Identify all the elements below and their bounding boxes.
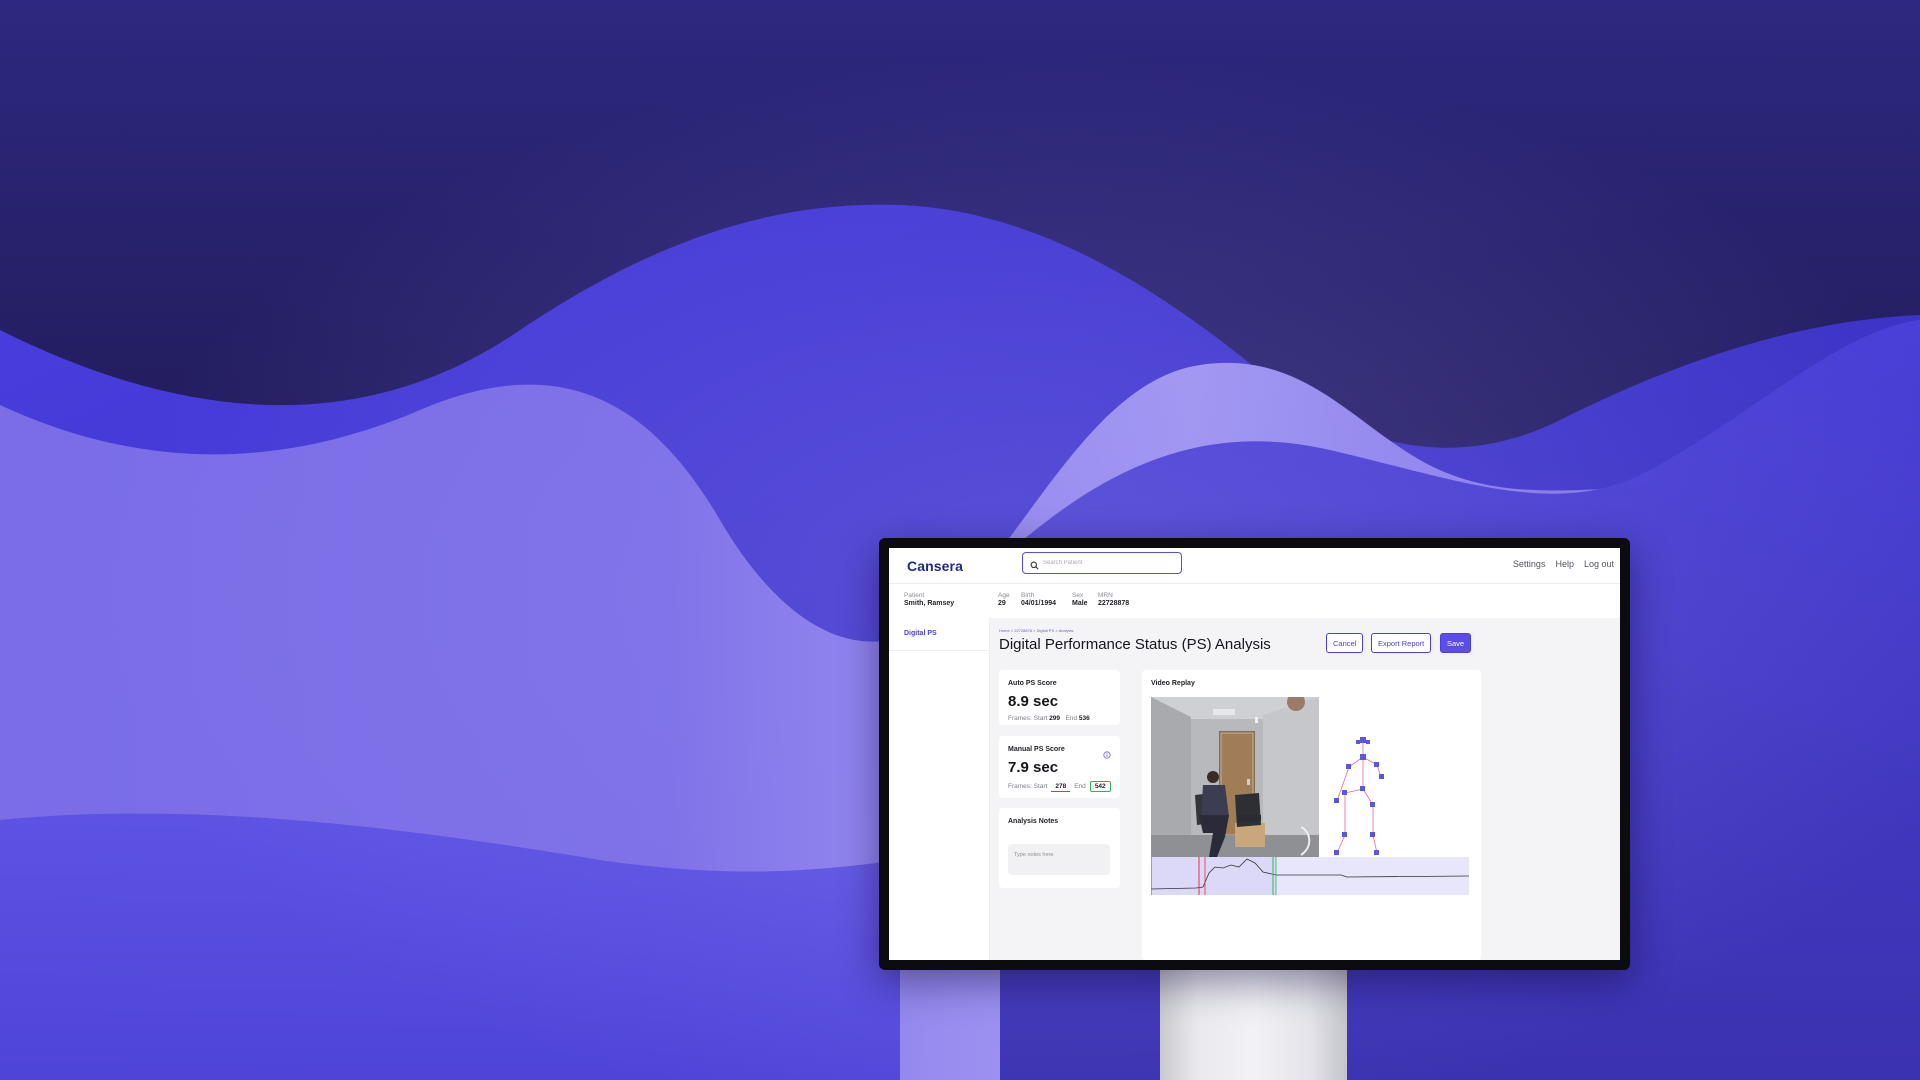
- cancel-button[interactable]: Cancel: [1326, 633, 1364, 653]
- video-frame[interactable]: [1151, 697, 1469, 895]
- logout-link[interactable]: Log out: [1584, 559, 1614, 569]
- notes-title: Analysis Notes: [1008, 818, 1059, 825]
- mrn-field: MRN 22728878: [1098, 592, 1129, 607]
- page-title: Digital Performance Status (PS) Analysis: [999, 636, 1271, 653]
- manual-start-frame-input[interactable]: 278: [1051, 782, 1071, 792]
- age-value: 29: [998, 600, 1006, 607]
- age-field: Age 29: [998, 592, 1010, 607]
- manual-frames-label: Frames: Start: [1008, 783, 1048, 790]
- auto-end-frame: 536: [1078, 715, 1090, 722]
- patient-bar: Patient Smith, Ramsey Age 29 Birth 04/01…: [889, 584, 1620, 619]
- mrn-value: 22728878: [1098, 600, 1130, 607]
- manual-score-value: 7.9 sec: [1008, 759, 1059, 776]
- patient-field: Patient Smith, Ramsey: [904, 592, 954, 607]
- top-nav: Settings Help Log out: [1513, 559, 1614, 569]
- manual-score-title: Manual PS Score: [1008, 746, 1065, 753]
- search-box[interactable]: [1022, 552, 1182, 574]
- auto-end-label: End: [1065, 715, 1078, 722]
- breadcrumb[interactable]: Home > 22728878 > Digital PS > Analysis: [999, 628, 1073, 633]
- analysis-notes-card: Analysis Notes: [999, 808, 1120, 888]
- sex-field: Sex Male: [1072, 592, 1088, 607]
- patient-label: Patient: [904, 592, 925, 599]
- video-replay-card: Video Replay: [1142, 670, 1481, 960]
- sex-label: Sex: [1072, 592, 1084, 599]
- info-icon[interactable]: [1103, 746, 1111, 764]
- sex-value: Male: [1072, 600, 1088, 607]
- auto-start-frame: 299: [1049, 715, 1061, 722]
- main-content: Home > 22728878 > Digital PS > Analysis …: [990, 618, 1620, 960]
- birth-field: Birth 04/01/1994: [1021, 592, 1056, 607]
- video-title: Video Replay: [1151, 680, 1195, 687]
- auto-frames-label: Frames: Start: [1008, 715, 1048, 722]
- manual-end-frame-input[interactable]: 542: [1089, 781, 1111, 792]
- monitor: Cansera Settings Help Log out Patient Sm…: [879, 538, 1630, 970]
- age-label: Age: [998, 592, 1010, 599]
- birth-label: Birth: [1021, 592, 1035, 599]
- search-icon: [1030, 557, 1039, 575]
- patient-name: Smith, Ramsey: [904, 600, 955, 607]
- sidebar: Digital PS: [889, 618, 990, 960]
- app-screen: Cansera Settings Help Log out Patient Sm…: [889, 548, 1620, 960]
- settings-link[interactable]: Settings: [1513, 559, 1546, 569]
- auto-score-frames: Frames: Start 299 End 536: [1008, 715, 1090, 722]
- top-bar: Cansera Settings Help Log out: [889, 548, 1620, 584]
- auto-score-title: Auto PS Score: [1008, 680, 1057, 687]
- help-link[interactable]: Help: [1555, 559, 1574, 569]
- manual-ps-score-card: Manual PS Score 7.9 sec Frames: Start 27…: [999, 736, 1120, 798]
- auto-ps-score-card: Auto PS Score 8.9 sec Frames: Start 299 …: [999, 670, 1120, 725]
- save-button[interactable]: Save: [1440, 633, 1472, 653]
- sidebar-item-digital-ps[interactable]: Digital PS: [904, 630, 937, 637]
- mrn-label: MRN: [1098, 592, 1113, 599]
- sidebar-divider: [889, 650, 989, 651]
- search-input[interactable]: [1043, 556, 1173, 570]
- monitor-stand: [1160, 967, 1347, 1080]
- birth-value: 04/01/1994: [1021, 600, 1057, 607]
- auto-score-value: 8.9 sec: [1008, 693, 1059, 710]
- notes-textarea[interactable]: [1008, 844, 1110, 875]
- manual-score-frames: Frames: Start 278 End 542: [1008, 781, 1115, 792]
- export-report-button[interactable]: Export Report: [1371, 633, 1432, 653]
- manual-end-label: End: [1074, 783, 1086, 790]
- app-logo[interactable]: Cansera: [907, 558, 963, 574]
